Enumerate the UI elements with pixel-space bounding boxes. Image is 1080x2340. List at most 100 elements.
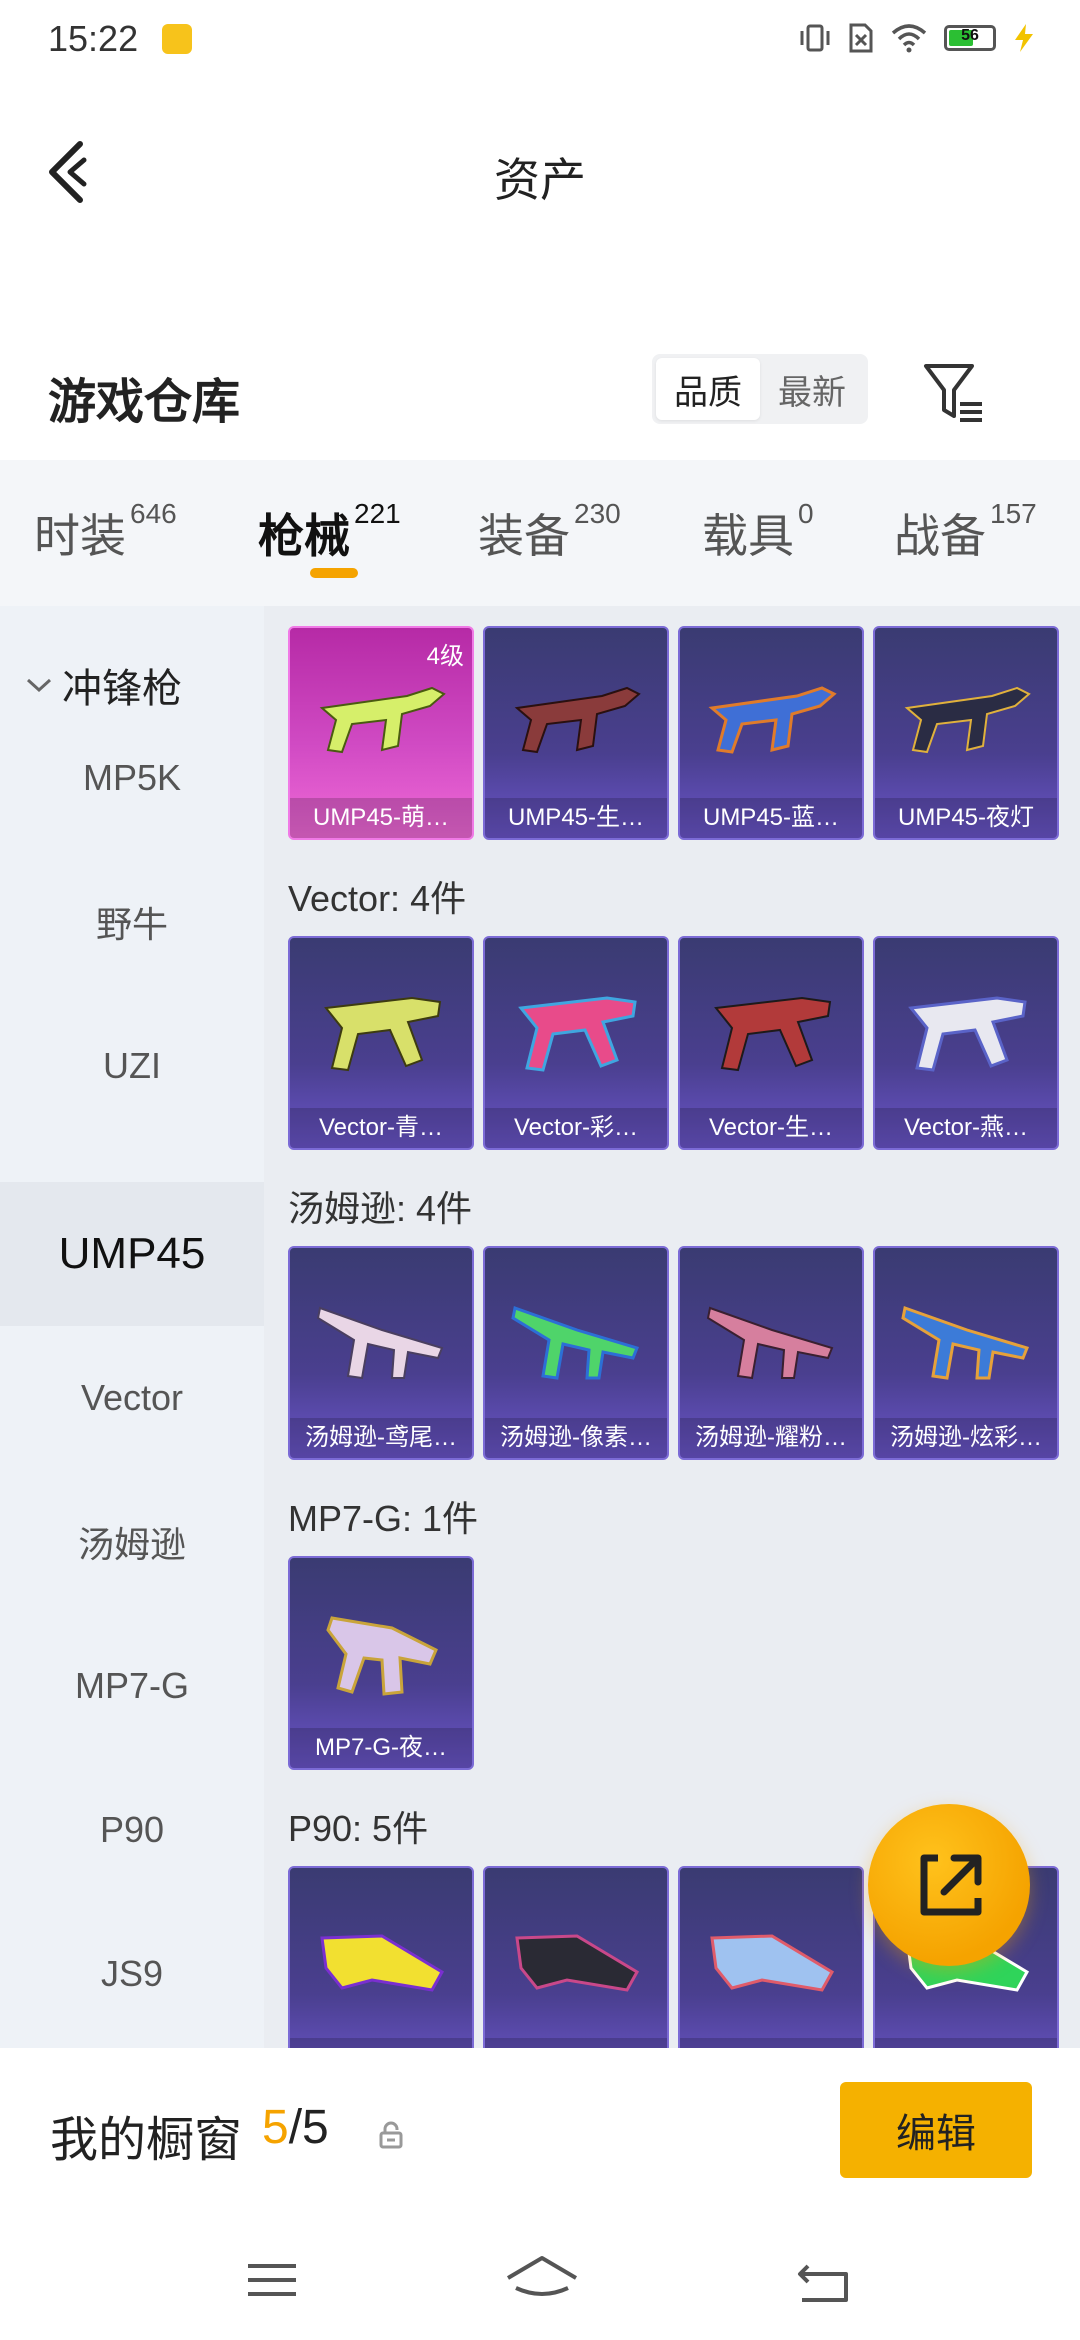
weapon-card[interactable]: 汤姆逊-耀粉… xyxy=(678,1246,864,1460)
weapon-card[interactable]: 汤姆逊-炫彩… xyxy=(873,1246,1059,1460)
weapon-card-label: UMP45-夜灯 xyxy=(875,798,1057,838)
section-title: 汤姆逊: 4件 xyxy=(288,1188,473,1229)
tab-indicator xyxy=(310,568,358,578)
home-icon[interactable] xyxy=(502,2248,582,2312)
weapon-skin-image xyxy=(518,996,637,1072)
weapon-skin-image xyxy=(706,1306,834,1380)
wifi-icon xyxy=(891,24,927,53)
section-title: MP7-G: 1件 xyxy=(288,1498,479,1539)
sim-missing-icon xyxy=(849,23,873,53)
weapon-card-label: Vector-燕… xyxy=(875,1108,1057,1148)
tab-label: 载具 xyxy=(702,510,794,562)
category-tabs: 时装 646 枪械 221 装备 230 载具 0 战备 157 xyxy=(0,460,1080,606)
weapon-skin-image xyxy=(511,1306,640,1380)
sidebar-item-mp7g[interactable]: MP7-G xyxy=(0,1614,264,1758)
weapon-card-label: Vector-彩… xyxy=(485,1108,667,1148)
tab-vehicles[interactable]: 载具 0 xyxy=(702,498,814,566)
weapon-card-label: Vector-青… xyxy=(290,1108,472,1148)
tab-supplies[interactable]: 战备 157 xyxy=(894,498,1037,566)
weapon-card[interactable]: UMP45-夜灯 xyxy=(873,626,1059,840)
app-notification-icon xyxy=(162,24,192,54)
battery-level: 56 xyxy=(961,27,979,44)
weapon-sidebar: 冲锋枪 MP5K 野牛 UZI UMP45 Vector 汤姆逊 MP7-G P… xyxy=(0,606,264,2048)
status-bar: 15:22 56 xyxy=(0,0,1080,84)
share-button[interactable] xyxy=(868,1804,1030,1966)
tab-equipment[interactable]: 装备 230 xyxy=(478,498,621,566)
showcase-bar: 我的橱窗 5/5 编辑 xyxy=(0,2048,1080,2218)
tab-label: 装备 xyxy=(478,510,570,562)
status-time: 15:22 xyxy=(48,18,139,59)
sidebar-item-js9[interactable]: JS9 xyxy=(0,1902,264,2046)
sidebar-item-thompson[interactable]: 汤姆逊 xyxy=(0,1470,264,1614)
tab-label: 枪械 xyxy=(258,510,350,562)
lock-icon xyxy=(379,2121,403,2149)
vibrate-icon xyxy=(800,24,830,52)
sidebar-item-ump45[interactable]: UMP45 xyxy=(0,1182,264,1326)
page-title: 资产 xyxy=(494,154,586,206)
tab-count: 157 xyxy=(990,498,1037,529)
weapon-card[interactable] xyxy=(483,1866,669,2048)
share-icon xyxy=(920,1854,982,1916)
weapon-card[interactable]: Vector-燕… xyxy=(873,936,1059,1150)
weapon-card[interactable]: 汤姆逊-像素… xyxy=(483,1246,669,1460)
section-title: Vector: 4件 xyxy=(288,878,467,919)
title-bar: 资产 xyxy=(0,110,1080,230)
sidebar-item-vector[interactable]: Vector xyxy=(0,1326,264,1470)
tab-fashion[interactable]: 时装 646 xyxy=(34,498,177,566)
weapon-skin-image xyxy=(319,686,446,754)
weapon-card-label: 汤姆逊-鸢尾… xyxy=(290,1418,472,1458)
tab-count: 0 xyxy=(798,498,814,529)
weapon-skin-image xyxy=(708,686,837,754)
battery-icon: 56 xyxy=(944,25,996,51)
weapon-card-label: UMP45-生… xyxy=(485,798,667,838)
tab-count: 646 xyxy=(130,498,177,529)
sidebar-item-bison[interactable]: 野牛 xyxy=(0,850,264,994)
weapon-card-label xyxy=(290,2038,472,2048)
weapon-card-label: Vector-生… xyxy=(680,1108,862,1148)
weapon-card[interactable]: 汤姆逊-鸢尾… xyxy=(288,1246,474,1460)
weapon-skin-image xyxy=(514,686,641,754)
sort-quality-button[interactable]: 品质 xyxy=(656,358,760,420)
weapon-card[interactable] xyxy=(678,1866,864,2048)
menu-icon[interactable] xyxy=(240,2248,304,2312)
weapon-card[interactable] xyxy=(288,1866,474,2048)
weapon-card-label xyxy=(875,2038,1057,2048)
showcase-count: 5/5 xyxy=(262,2100,329,2155)
edit-button[interactable]: 编辑 xyxy=(840,2082,1032,2178)
weapon-card[interactable]: Vector-彩… xyxy=(483,936,669,1150)
weapon-skin-image xyxy=(324,996,442,1072)
tab-count: 230 xyxy=(574,498,621,529)
weapon-card[interactable]: Vector-生… xyxy=(678,936,864,1150)
weapon-card-label: 汤姆逊-像素… xyxy=(485,1418,667,1458)
weapon-skin-image xyxy=(714,996,832,1072)
weapon-skin-image xyxy=(320,1934,445,1992)
tab-label: 战备 xyxy=(894,510,986,562)
weapon-card-label: UMP45-萌… xyxy=(290,798,472,838)
charging-icon xyxy=(1015,24,1033,52)
sidebar-item-p90[interactable]: P90 xyxy=(0,1758,264,1902)
sidebar-item-uzi[interactable]: UZI xyxy=(0,994,264,1138)
chevron-down-icon xyxy=(26,678,52,693)
filter-icon[interactable] xyxy=(920,358,990,428)
sort-toggle: 品质 最新 xyxy=(652,354,868,424)
weapon-card[interactable]: MP7-G-夜… xyxy=(288,1556,474,1770)
weapon-skin-image xyxy=(316,1306,444,1380)
back-nav-icon[interactable] xyxy=(792,2248,856,2312)
weapon-card-label xyxy=(485,2038,667,2048)
tab-firearms[interactable]: 枪械 221 xyxy=(258,498,401,566)
weapon-card-label xyxy=(680,2038,862,2048)
sidebar-item-mp5k[interactable]: MP5K xyxy=(0,706,264,850)
weapon-card-label: 汤姆逊-炫彩… xyxy=(875,1418,1057,1458)
weapon-card[interactable]: UMP45-生… xyxy=(483,626,669,840)
weapon-card[interactable]: UMP45-蓝… xyxy=(678,626,864,840)
warehouse-title: 游戏仓库 xyxy=(48,376,241,429)
tab-label: 时装 xyxy=(34,510,126,562)
weapon-card-label: MP7-G-夜… xyxy=(290,1728,472,1768)
weapon-card[interactable]: Vector-青… xyxy=(288,936,474,1150)
sort-newest-button[interactable]: 最新 xyxy=(760,358,864,420)
weapon-card-label: UMP45-蓝… xyxy=(680,798,862,838)
weapon-skin-image xyxy=(904,686,1031,754)
tab-count: 221 xyxy=(354,498,401,529)
weapon-card[interactable]: 4级 UMP45-萌… xyxy=(288,626,474,840)
weapon-skin-image xyxy=(710,1934,835,1992)
